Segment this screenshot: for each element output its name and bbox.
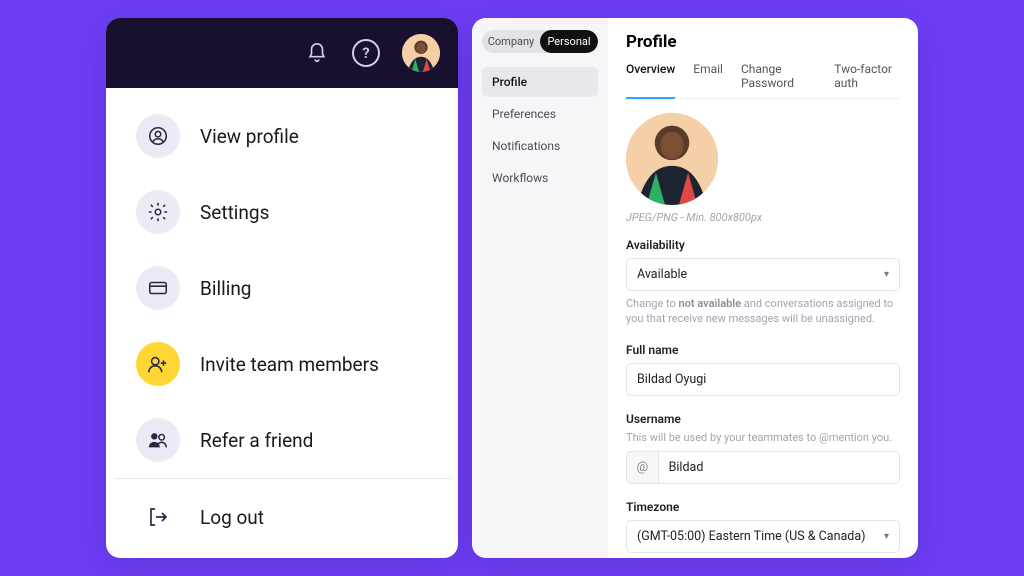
profile-form: Profile Overview Email Change Password T… (608, 18, 918, 558)
tab-change-password[interactable]: Change Password (741, 62, 816, 98)
at-icon: @ (626, 451, 658, 484)
tab-two-factor[interactable]: Two-factor auth (834, 62, 900, 98)
username-help: This will be used by your teammates to @… (626, 430, 900, 445)
settings-panel: Company Personal Profile Preferences Not… (472, 18, 918, 558)
scope-segment: Company Personal (482, 30, 598, 53)
availability-help: Change to not available and conversation… (626, 296, 900, 327)
card-icon (136, 266, 180, 310)
avatar[interactable] (402, 34, 440, 72)
availability-value: Available (637, 267, 687, 282)
menu-item-refer[interactable]: Refer a friend (114, 402, 450, 478)
chevron-down-icon: ▾ (884, 269, 889, 280)
username-group: @ Bildad (626, 451, 900, 484)
settings-sidebar: Company Personal Profile Preferences Not… (472, 18, 608, 558)
help-icon[interactable]: ? (352, 39, 380, 67)
menu-item-label: Log out (200, 506, 264, 529)
account-menu-panel: ? View profile Settings (106, 18, 458, 558)
menu-item-billing[interactable]: Billing (114, 250, 450, 326)
fullname-value: Bildad Oyugi (637, 372, 706, 387)
topbar: ? (106, 18, 458, 88)
menu-item-label: View profile (200, 125, 299, 148)
segment-company[interactable]: Company (482, 30, 540, 53)
menu-item-settings[interactable]: Settings (114, 174, 450, 250)
profile-tabs: Overview Email Change Password Two-facto… (626, 62, 900, 99)
timezone-value: (GMT-05:00) Eastern Time (US & Canada) (637, 529, 866, 544)
account-dropdown: View profile Settings Billing Invite tea… (114, 98, 450, 550)
menu-item-label: Billing (200, 277, 251, 300)
username-label: Username (626, 412, 900, 426)
segment-personal[interactable]: Personal (540, 30, 598, 53)
menu-item-view-profile[interactable]: View profile (114, 98, 450, 174)
fullname-label: Full name (626, 343, 900, 357)
sidebar-item-profile[interactable]: Profile (482, 67, 598, 97)
page-title: Profile (626, 32, 900, 52)
avatar-hint: JPEG/PNG - Min. 800x800px (626, 211, 900, 224)
menu-item-logout[interactable]: Log out (114, 478, 450, 555)
availability-select[interactable]: Available ▾ (626, 258, 900, 291)
username-input[interactable]: Bildad (658, 451, 900, 484)
notifications-icon[interactable] (304, 40, 330, 66)
profile-avatar[interactable] (626, 113, 718, 205)
availability-label: Availability (626, 238, 900, 252)
refer-icon (136, 418, 180, 462)
fullname-input[interactable]: Bildad Oyugi (626, 363, 900, 396)
logout-icon (136, 495, 180, 539)
timezone-select[interactable]: (GMT-05:00) Eastern Time (US & Canada) ▾ (626, 520, 900, 553)
username-value: Bildad (669, 460, 704, 475)
sidebar-item-notifications[interactable]: Notifications (482, 131, 598, 161)
invite-icon (136, 342, 180, 386)
chevron-down-icon: ▾ (884, 531, 889, 542)
gear-icon (136, 190, 180, 234)
timezone-label: Timezone (626, 500, 900, 514)
menu-item-label: Refer a friend (200, 429, 313, 452)
sidebar-item-workflows[interactable]: Workflows (482, 163, 598, 193)
user-icon (136, 114, 180, 158)
menu-item-label: Settings (200, 201, 269, 224)
sidebar-item-preferences[interactable]: Preferences (482, 99, 598, 129)
tab-email[interactable]: Email (693, 62, 723, 98)
menu-item-label: Invite team members (200, 353, 379, 376)
menu-item-invite[interactable]: Invite team members (114, 326, 450, 402)
tab-overview[interactable]: Overview (626, 62, 675, 99)
